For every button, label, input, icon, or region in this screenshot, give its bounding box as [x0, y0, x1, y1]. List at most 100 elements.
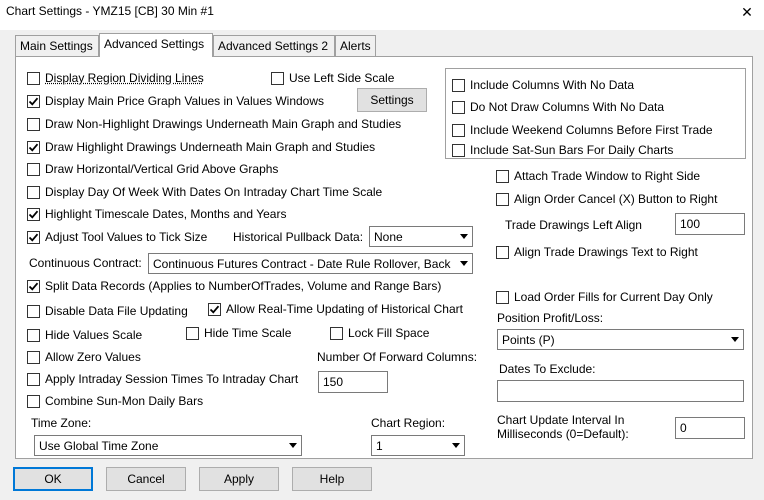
load-order-fills-checkbox[interactable]: Load Order Fills for Current Day Only [496, 290, 713, 304]
select-value: Continuous Futures Contract - Date Rule … [153, 256, 451, 271]
chart-region-select[interactable]: 1 [371, 435, 465, 456]
checkbox-label: Hide Values Scale [45, 328, 143, 342]
checkmark-icon [28, 210, 39, 219]
draw-grid-above-checkbox[interactable]: Draw Horizontal/Vertical Grid Above Grap… [27, 162, 278, 176]
combine-sun-mon-checkbox[interactable]: Combine Sun-Mon Daily Bars [27, 394, 203, 408]
position-profit-loss-select[interactable]: Points (P) [497, 329, 744, 350]
checkbox-label: Allow Real-Time Updating of Historical C… [226, 302, 463, 316]
trade-drawings-left-align-input[interactable]: 100 [675, 213, 745, 235]
checkbox-label: Combine Sun-Mon Daily Bars [45, 394, 204, 408]
checkmark-icon [28, 143, 39, 152]
checkbox-box [27, 304, 40, 318]
time-zone-label: Time Zone: [31, 416, 92, 430]
ok-button[interactable]: OK [13, 467, 93, 491]
checkbox-label: Do Not Draw Columns With No Data [470, 100, 665, 114]
number-forward-columns-label: Number Of Forward Columns: [317, 350, 478, 364]
dates-to-exclude-label: Dates To Exclude: [499, 362, 596, 376]
checkbox-box [271, 71, 284, 85]
checkbox-label: Display Region Dividing Lines [45, 71, 204, 85]
position-profit-loss-label: Position Profit/Loss: [497, 311, 604, 325]
checkbox-label: Highlight Timescale Dates, Months and Ye… [45, 207, 287, 221]
adjust-tool-values-checkbox[interactable]: Adjust Tool Values to Tick Size [27, 230, 207, 244]
checkbox-label: Display Main Price Graph Values in Value… [45, 94, 325, 108]
draw-highlight-underneath-checkbox[interactable]: Draw Highlight Drawings Underneath Main … [27, 140, 375, 154]
chart-region-label: Chart Region: [371, 416, 446, 430]
include-weekend-columns-checkbox[interactable]: Include Weekend Columns Before First Tra… [452, 123, 713, 137]
historical-pullback-select[interactable]: None [369, 226, 473, 247]
checkbox-box [27, 117, 40, 131]
number-forward-columns-input[interactable]: 150 [318, 371, 388, 393]
checkbox-box [330, 326, 343, 340]
align-order-cancel-checkbox[interactable]: Align Order Cancel (X) Button to Right [496, 192, 717, 206]
close-icon[interactable]: ✕ [736, 3, 758, 21]
checkbox-label: Allow Zero Values [45, 350, 141, 364]
checkbox-label: Draw Non-Highlight Drawings Underneath M… [45, 117, 402, 131]
lock-fill-space-checkbox[interactable]: Lock Fill Space [330, 326, 429, 340]
checkmark-icon [28, 282, 39, 291]
window-title: Chart Settings - YMZ15 [CB] 30 Min #1 [6, 4, 214, 18]
select-value: None [374, 229, 403, 244]
continuous-contract-label: Continuous Contract: [29, 256, 142, 270]
checkbox-label: Align Order Cancel (X) Button to Right [514, 192, 718, 206]
highlight-timescale-checkbox[interactable]: Highlight Timescale Dates, Months and Ye… [27, 207, 286, 221]
apply-intraday-session-times-checkbox[interactable]: Apply Intraday Session Times To Intraday… [27, 372, 298, 386]
tab-advanced-settings[interactable]: Advanced Settings [99, 33, 213, 57]
checkbox-box [452, 123, 465, 137]
display-main-price-values-checkbox[interactable]: Display Main Price Graph Values in Value… [27, 94, 324, 108]
checkmark-icon [28, 233, 39, 242]
checkbox-label: Lock Fill Space [348, 326, 430, 340]
checkbox-box [27, 279, 40, 293]
help-button[interactable]: Help [292, 467, 372, 491]
tab-alerts[interactable]: Alerts [335, 35, 376, 56]
use-left-side-scale-checkbox[interactable]: Use Left Side Scale [271, 71, 394, 85]
checkmark-icon [28, 97, 39, 106]
apply-button[interactable]: Apply [199, 467, 279, 491]
tab-main-settings[interactable]: Main Settings [15, 35, 99, 56]
checkbox-label: Draw Horizontal/Vertical Grid Above Grap… [45, 162, 279, 176]
include-columns-no-data-checkbox[interactable]: Include Columns With No Data [452, 78, 634, 92]
checkbox-box [27, 140, 40, 154]
chevron-down-icon [284, 436, 301, 455]
attach-trade-window-checkbox[interactable]: Attach Trade Window to Right Side [496, 169, 700, 183]
checkbox-box [496, 192, 509, 206]
checkbox-box [27, 71, 40, 85]
chart-update-interval-input[interactable]: 0 [675, 417, 745, 439]
checkbox-label: Use Left Side Scale [289, 71, 395, 85]
settings-button[interactable]: Settings [357, 88, 427, 112]
continuous-contract-select[interactable]: Continuous Futures Contract - Date Rule … [148, 253, 473, 274]
align-trade-drawings-text-checkbox[interactable]: Align Trade Drawings Text to Right [496, 245, 698, 259]
display-region-dividing-lines-checkbox[interactable]: Display Region Dividing Lines [27, 71, 204, 85]
chevron-down-icon [455, 227, 472, 246]
hide-values-scale-checkbox[interactable]: Hide Values Scale [27, 328, 142, 342]
checkbox-box [27, 94, 40, 108]
time-zone-select[interactable]: Use Global Time Zone [34, 435, 302, 456]
checkbox-label: Include Weekend Columns Before First Tra… [470, 123, 713, 137]
tab-advanced-settings-2[interactable]: Advanced Settings 2 [213, 35, 335, 56]
chevron-down-icon [726, 330, 743, 349]
checkbox-label: Apply Intraday Session Times To Intraday… [45, 372, 299, 386]
checkbox-box [27, 162, 40, 176]
hide-time-scale-checkbox[interactable]: Hide Time Scale [186, 326, 291, 340]
checkbox-box [27, 350, 40, 364]
allow-zero-values-checkbox[interactable]: Allow Zero Values [27, 350, 141, 364]
trade-drawings-left-align-label: Trade Drawings Left Align [505, 218, 642, 232]
chevron-down-icon [455, 254, 472, 273]
do-not-draw-columns-no-data-checkbox[interactable]: Do Not Draw Columns With No Data [452, 100, 664, 114]
split-data-records-checkbox[interactable]: Split Data Records (Applies to NumberOfT… [27, 279, 441, 293]
include-sat-sun-bars-checkbox[interactable]: Include Sat-Sun Bars For Daily Charts [452, 143, 673, 157]
checkbox-box [452, 143, 465, 157]
checkbox-box [208, 302, 221, 316]
checkbox-box [452, 78, 465, 92]
checkbox-label: Disable Data File Updating [45, 304, 188, 318]
dates-to-exclude-input[interactable] [497, 380, 744, 402]
checkbox-label: Draw Highlight Drawings Underneath Main … [45, 140, 376, 154]
checkbox-box [186, 326, 199, 340]
allow-realtime-updating-checkbox[interactable]: Allow Real-Time Updating of Historical C… [208, 302, 463, 316]
draw-non-highlight-underneath-checkbox[interactable]: Draw Non-Highlight Drawings Underneath M… [27, 117, 401, 131]
checkbox-box [452, 100, 465, 114]
cancel-button[interactable]: Cancel [106, 467, 186, 491]
advanced-settings-panel: Display Region Dividing Lines Use Left S… [15, 56, 753, 459]
disable-data-file-updating-checkbox[interactable]: Disable Data File Updating [27, 304, 188, 318]
checkbox-label: Hide Time Scale [204, 326, 292, 340]
display-day-of-week-checkbox[interactable]: Display Day Of Week With Dates On Intrad… [27, 185, 382, 199]
